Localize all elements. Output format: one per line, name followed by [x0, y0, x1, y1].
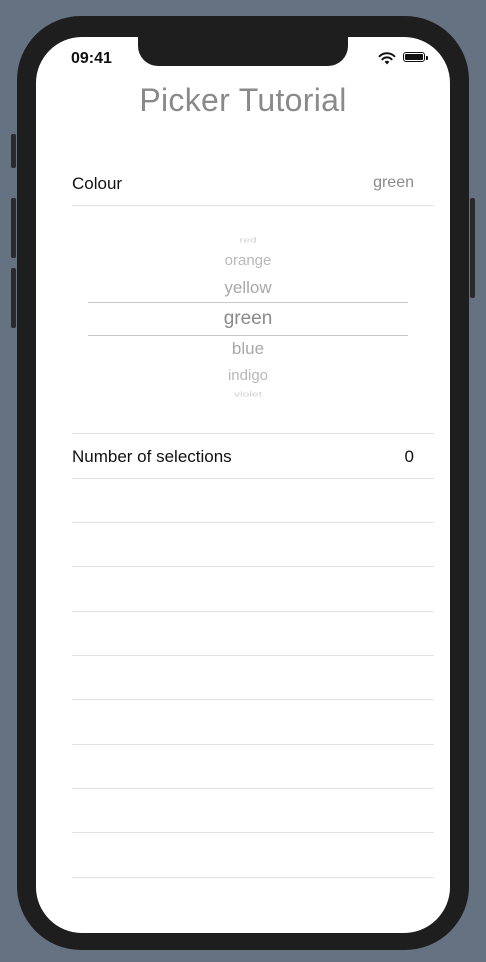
volume-up-button [11, 198, 16, 258]
picker-option-yellow[interactable]: yellow [88, 278, 408, 298]
power-button [470, 198, 475, 298]
picker-option-violet[interactable]: violet [88, 390, 408, 398]
empty-row-separator [72, 611, 434, 612]
colour-row-separator [72, 205, 434, 206]
empty-row-separator [72, 522, 434, 523]
status-time: 09:41 [71, 50, 112, 67]
selections-label: Number of selections [72, 447, 232, 466]
selections-count: 0 [404, 447, 414, 466]
picker-option-indigo[interactable]: indigo [88, 367, 408, 384]
picker-option-blue[interactable]: blue [88, 339, 408, 359]
picker-option-red[interactable]: red [88, 236, 408, 244]
empty-row-separator [72, 877, 434, 878]
empty-row-separator [72, 788, 434, 789]
volume-down-button [11, 268, 16, 328]
battery-icon [403, 52, 428, 62]
empty-row-separator [72, 566, 434, 567]
screen: 09:41 Picker Tutorial Colour green red o… [36, 37, 450, 933]
notch [138, 37, 348, 66]
picker-option-green[interactable]: green [88, 308, 408, 330]
wifi-icon [378, 52, 396, 65]
picker-row-separator [72, 433, 434, 434]
empty-row-separator [72, 699, 434, 700]
empty-row-separator [72, 744, 434, 745]
colour-label: Colour [72, 174, 123, 193]
picker-selection-bottom-line [88, 335, 408, 336]
empty-row-separator [72, 655, 434, 656]
empty-row-separator [72, 832, 434, 833]
colour-picker[interactable]: red orange yellow green blue indigo viol… [88, 225, 408, 411]
silent-switch [11, 134, 16, 168]
empty-row-separator [72, 478, 434, 479]
page-title: Picker Tutorial [139, 82, 347, 118]
colour-value[interactable]: green [373, 174, 414, 192]
picker-option-orange[interactable]: orange [88, 252, 408, 269]
picker-selection-top-line [88, 302, 408, 303]
